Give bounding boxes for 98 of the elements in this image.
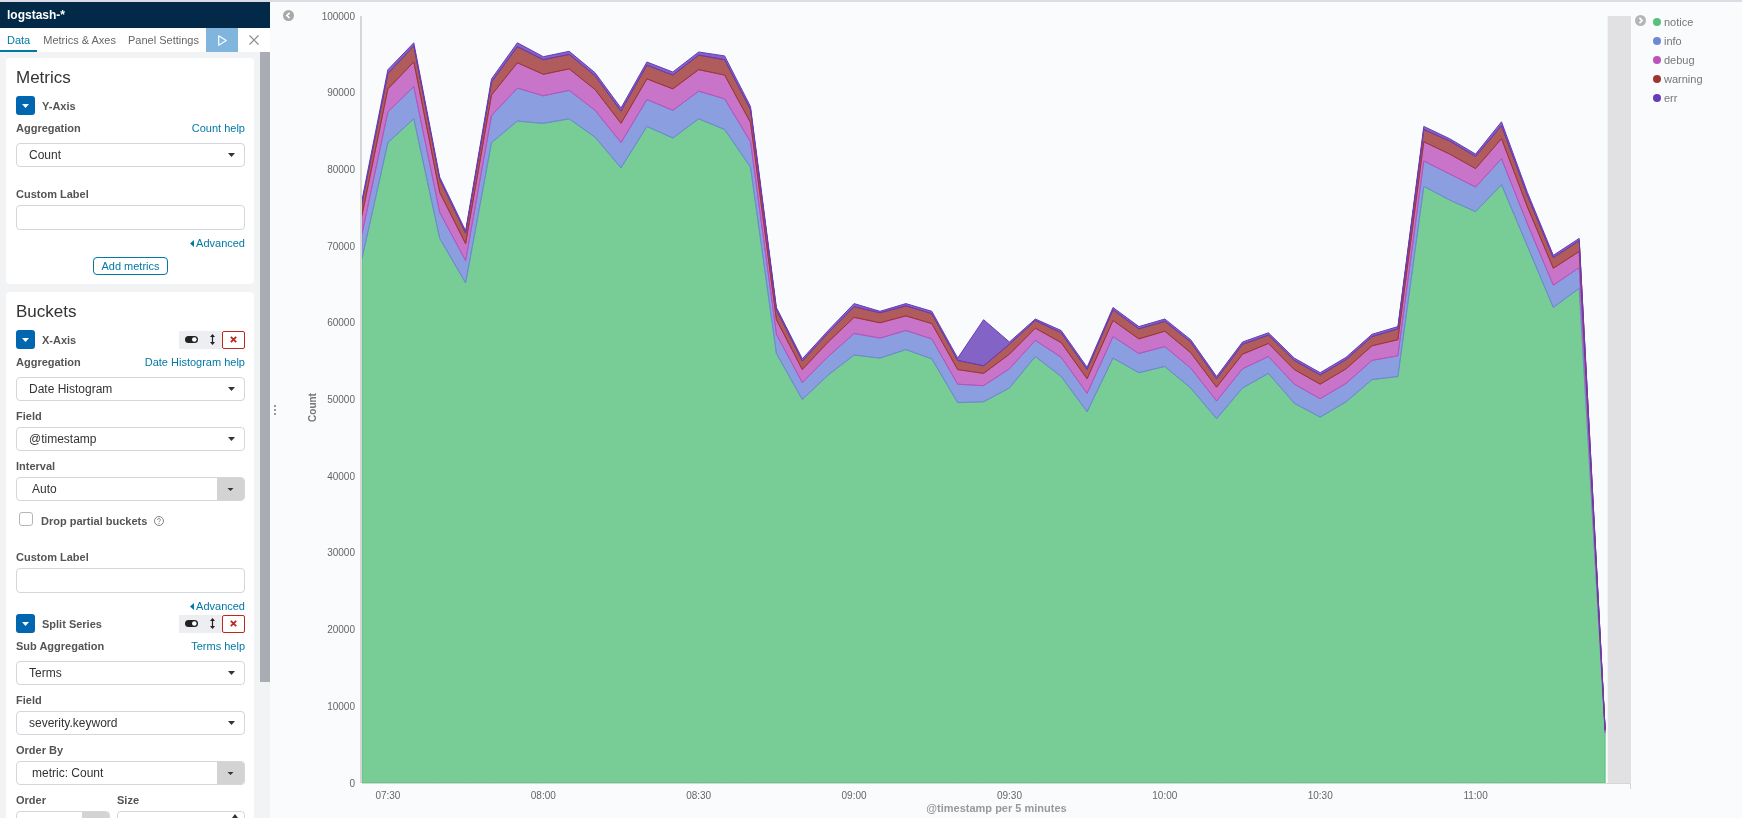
select-field[interactable]: Auto (16, 477, 245, 501)
expand-button[interactable] (16, 614, 35, 633)
legend-item[interactable]: notice (1653, 12, 1703, 31)
caret-icon (228, 153, 235, 157)
select-field[interactable]: metric: Count (16, 761, 245, 785)
tab[interactable]: Data (0, 28, 38, 52)
text-input[interactable] (16, 568, 245, 593)
field-label: Order (16, 794, 46, 806)
caret-icon (217, 478, 244, 500)
up-down-arrow-icon (210, 334, 215, 345)
x-tick-label: 11:00 (1463, 790, 1488, 801)
toggle-icon (184, 620, 198, 627)
caret-icon (22, 103, 29, 108)
legend-item[interactable]: warning (1653, 69, 1703, 88)
y-tick-label: 10000 (327, 700, 355, 712)
x-tick-label: 08:00 (530, 790, 556, 801)
checkbox-label: Drop partial buckets (41, 515, 148, 527)
caret-icon (228, 671, 235, 675)
legend-item[interactable]: err (1653, 88, 1703, 107)
x-axis-title: @timestamp per 5 minutes (926, 802, 1067, 814)
up-down-arrow-icon (210, 618, 215, 629)
collapse-icon[interactable] (283, 10, 294, 21)
play-icon (217, 34, 227, 46)
legend-item[interactable]: info (1653, 31, 1703, 50)
cross-icon (230, 620, 237, 627)
y-tick-label: 60000 (327, 317, 355, 329)
caret-icon (22, 621, 29, 626)
y-tick-label: 90000 (327, 87, 355, 99)
close-icon (249, 35, 259, 45)
caret-icon (228, 721, 235, 725)
reorder-button[interactable] (203, 614, 222, 633)
select-field[interactable]: @timestamp (16, 427, 245, 451)
caret-icon (217, 762, 244, 784)
remove-button[interactable] (222, 614, 245, 633)
agg-title: Split Series (42, 617, 102, 630)
toggle-button[interactable] (179, 614, 203, 633)
advanced-link[interactable]: Advanced (190, 236, 245, 250)
help-icon[interactable] (154, 516, 165, 526)
y-tick-label: 50000 (327, 394, 355, 405)
y-axis-title: Count (307, 393, 318, 422)
legend-toggle-icon[interactable] (1635, 15, 1646, 26)
y-tick-label: 40000 (327, 470, 355, 482)
field-label: Aggregation (16, 122, 81, 134)
scrollbar-thumb[interactable] (260, 52, 270, 682)
x-tick-label: 10:00 (1152, 790, 1178, 801)
y-tick-label: 100000 (321, 10, 355, 22)
select-field[interactable]: Date Histogram (16, 377, 245, 401)
text-input[interactable] (16, 205, 245, 230)
select-field[interactable]: Count (16, 143, 245, 167)
cross-icon (230, 336, 237, 343)
select-field[interactable]: Terms (16, 661, 245, 685)
toggle-button[interactable] (179, 330, 203, 349)
field-label: Custom Label (16, 188, 89, 200)
checkbox[interactable] (19, 512, 33, 526)
agg-title: Y-Axis (42, 99, 76, 112)
tab[interactable]: Metrics & Axes (37, 28, 122, 52)
tab[interactable]: Panel Settings (122, 28, 205, 52)
x-tick-label: 10:30 (1307, 790, 1333, 801)
caret-icon (228, 437, 235, 441)
x-tick-label: 07:30 (375, 790, 401, 801)
remove-button[interactable] (222, 330, 245, 349)
toggle-icon (184, 336, 198, 343)
caret-icon (190, 239, 195, 247)
y-tick-label: 70000 (327, 240, 355, 252)
legend-item[interactable]: debug (1653, 50, 1703, 69)
field-label: Field (16, 694, 42, 706)
reorder-button[interactable] (203, 330, 222, 349)
field-label: Size (117, 794, 139, 806)
field-label: Custom Label (16, 551, 89, 563)
y-tick-label: 0 (349, 777, 355, 789)
expand-button[interactable] (16, 330, 35, 349)
agg-title: X-Axis (42, 333, 77, 346)
y-tick-label: 20000 (327, 624, 355, 636)
field-label: Interval (16, 460, 56, 472)
help-link[interactable]: Terms help (191, 640, 245, 652)
field-label: Sub Aggregation (16, 640, 105, 652)
spinner-icon (232, 814, 238, 818)
expand-button[interactable] (16, 96, 35, 115)
add-metrics-button[interactable]: Add metrics (93, 257, 168, 275)
caret-icon (22, 337, 29, 342)
y-tick-label: 80000 (327, 163, 355, 175)
x-tick-label: 09:00 (841, 790, 867, 801)
advanced-link[interactable]: Advanced (190, 599, 245, 613)
select-field[interactable]: severity.keyword (16, 711, 245, 735)
x-tick-label: 08:30 (686, 790, 712, 801)
section-title: Buckets (16, 302, 78, 322)
field-label: Order By (16, 744, 64, 756)
index-pattern-title: logstash-* (7, 8, 65, 22)
caret-icon (190, 602, 195, 610)
y-tick-label: 30000 (327, 547, 355, 559)
section-title: Metrics (16, 68, 72, 88)
caret-icon (228, 387, 235, 391)
field-label: Aggregation (16, 356, 81, 368)
help-link[interactable]: Date Histogram help (144, 356, 245, 368)
drag-handle-icon[interactable] (274, 405, 276, 415)
field-label: Field (16, 410, 42, 422)
x-tick-label: 09:30 (996, 790, 1022, 801)
help-link[interactable]: Count help (191, 122, 245, 134)
